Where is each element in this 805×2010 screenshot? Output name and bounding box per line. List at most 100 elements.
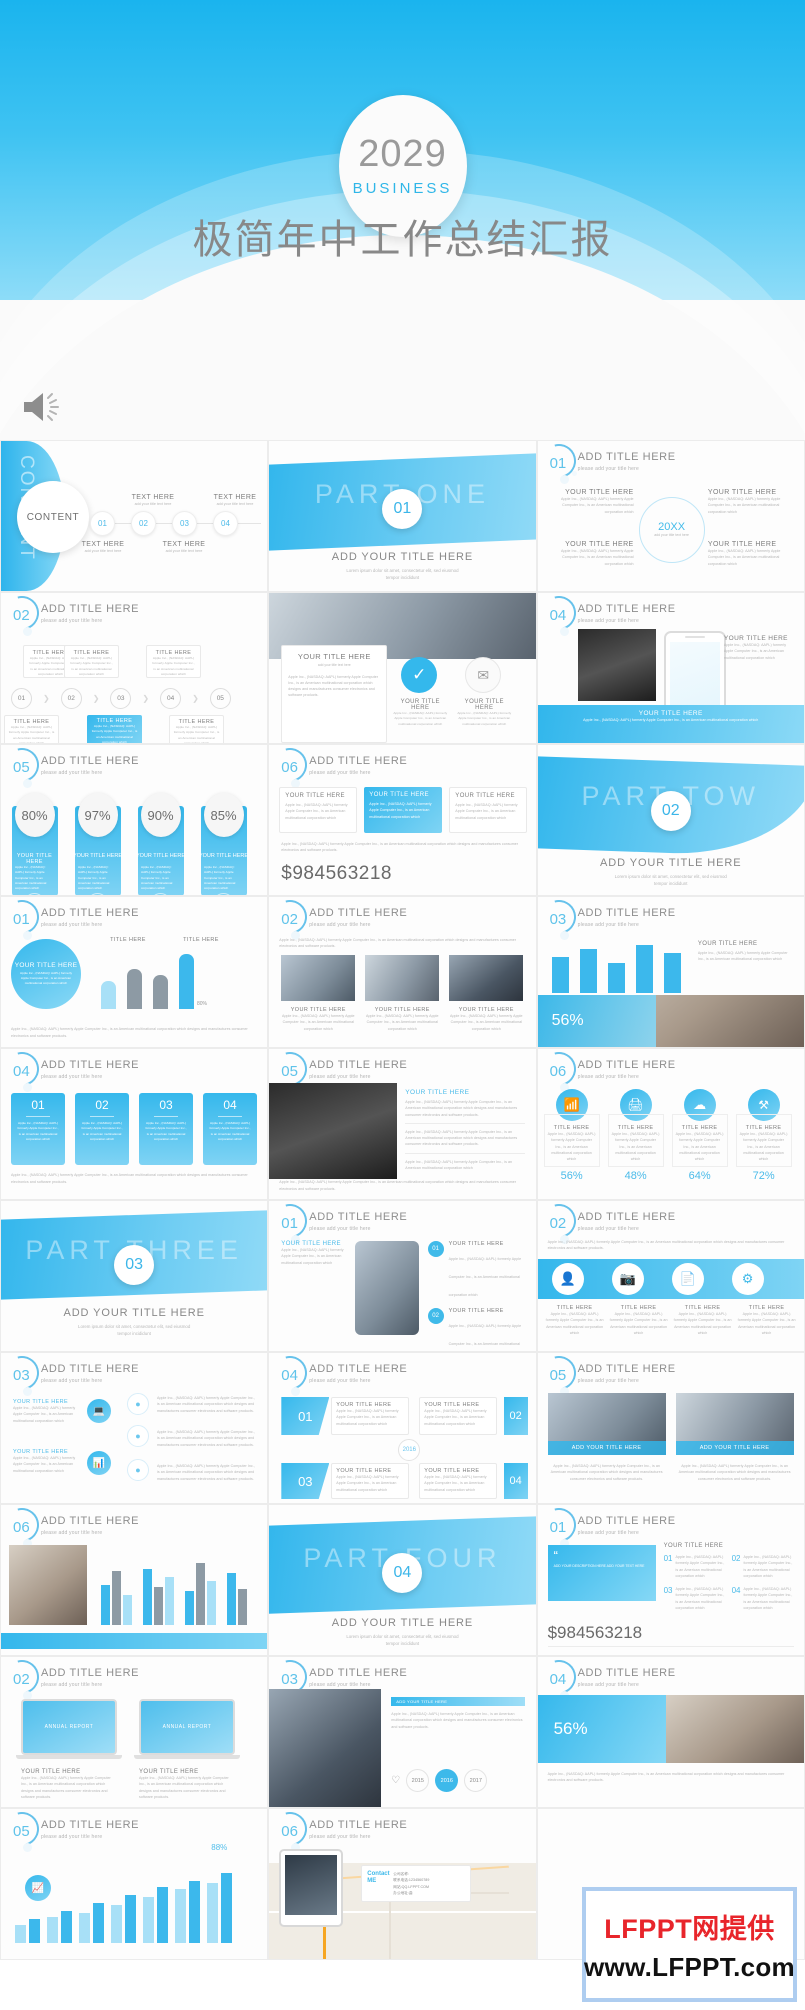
step-2[interactable]: 02 [60,688,82,709]
icon-percent-col[interactable]: 📶 TITLE HERE Apple Inc., (NASDAQ: AAPL) … [543,1089,600,1182]
header-number: 02 [549,1215,567,1232]
header-number: 01 [549,455,567,472]
number-box[interactable]: 02 Apple Inc., (NASDAQ: AAPL) formerly A… [75,1093,129,1165]
slide-thumb-05-meeting-photo[interactable]: 05 ADD TITLE HERE please add your title … [536,1352,805,1504]
intro-body: Apple Inc., (NASDAQ: AAPL) formerly Appl… [279,938,517,949]
list-item-body-1: Apple Inc., (NASDAQ: AAPL) formerly Appl… [448,1257,522,1297]
laptop-body-2: Apple Inc., (NASDAQ: AAPL) formerly Appl… [139,1776,229,1799]
slide-thumb-04-phone[interactable]: 04 ADD TITLE HERE please add your title … [536,592,805,744]
percent-col[interactable]: 90% YOUR TITLE HERE Apple Inc., (NASDAQ:… [135,793,186,895]
contact-line-2: 联系电话:1234560789 [393,1878,430,1883]
slide-thumb-part-one[interactable]: PART ONE 01 ADD YOUR TITLE HERE Lorem ip… [268,440,537,592]
percent-body: Apple Inc., (NASDAQ: AAPL) formerly Appl… [78,865,110,890]
slide-thumb-05-bar-88[interactable]: 05 ADD TITLE HERE please add your title … [0,1808,269,1960]
slide-thumb-04-number-boxes[interactable]: 04 ADD TITLE HERE please add your title … [0,1048,269,1200]
user-icon: 👤 [551,1263,584,1295]
slide-thumb-06-map-contact[interactable]: 06 ADD TITLE HERE please add your title … [268,1808,537,1960]
gear-icon: ⚙ [731,1263,764,1295]
header-number: 05 [13,759,30,776]
header-number: 04 [13,1063,30,1080]
quote-icon: “ [553,1548,558,1563]
bar-percent-label: 88% [211,1843,228,1852]
slide-thumb-part-two[interactable]: PART TOW 02 ADD YOUR TITLE HERE Lorem ip… [536,744,805,896]
slide-thumb-content[interactable]: CONTENT CONTENT 01 02 03 04 TEXT HERE ad… [0,440,269,592]
header-subtitle: please add your title here [577,618,639,625]
header-number: 01 [281,1215,298,1232]
check-icon: ✓ [401,657,438,693]
slide-thumb-01-quote-list[interactable]: 01 ADD TITLE HERE please add your title … [536,1504,805,1656]
slide-thumb-04-percent-photo[interactable]: 04 ADD TITLE HERE please add your title … [536,1656,805,1808]
content-step-3[interactable]: 03 [172,511,197,536]
year-badge-1[interactable]: 2015 [406,1769,430,1792]
slide-thumb-01-phone-list[interactable]: 01 ADD TITLE HERE please add your title … [268,1200,537,1352]
percent-col[interactable]: 80% YOUR TITLE HERE Apple Inc., (NASDAQ:… [9,793,60,895]
tree-node-body-2: Apple Inc., (NASDAQ: AAPL) formerly Appl… [157,1430,255,1447]
left-body-2: Apple Inc., (NASDAQ: AAPL) formerly Appl… [561,549,634,566]
slide-thumb-02-timeline[interactable]: 02 ADD TITLE HERE please add your title … [0,592,269,744]
header-subtitle: please add your title here [577,466,639,473]
header-title: ADD TITLE HERE [577,1211,676,1223]
number-box[interactable]: 04 Apple Inc., (NASDAQ: AAPL) formerly A… [203,1093,257,1165]
slide-thumb-02-three-photos[interactable]: 02 ADD TITLE HERE please add your title … [268,896,537,1048]
header-number: 05 [549,1367,567,1384]
slide-thumb-06-cards-number[interactable]: 06 ADD TITLE HERE please add your title … [268,744,537,896]
percent-col[interactable]: 97% YOUR TITLE HERE Apple Inc., (NASDAQ:… [72,793,123,895]
slide-thumb-05-dark-photo[interactable]: 05 ADD TITLE HERE please add your title … [268,1048,537,1200]
year-badge-3[interactable]: 2017 [464,1769,488,1792]
slide-thumb-part-three[interactable]: PART THREE 03 ADD YOUR TITLE HERE Lorem … [0,1200,269,1352]
slide-thumb-02-circle-icons[interactable]: 02 ADD TITLE HERE please add your title … [536,1200,805,1352]
slide-thumb-part-four[interactable]: PART FOUR 04 ADD YOUR TITLE HERE Lorem i… [268,1504,537,1656]
step-3[interactable]: 03 [110,688,132,709]
header-number: 01 [549,1519,567,1536]
header-number: 04 [549,1671,567,1688]
percent-value: 90% [147,807,174,823]
slide-thumb-04-arrow-cards[interactable]: 04 ADD TITLE HERE please add your title … [268,1352,537,1504]
q-list-body-4: Apple Inc., (NASDAQ: AAPL) formerly Appl… [743,1587,793,1610]
number-box-body: Apple Inc., (NASDAQ: AAPL) formerly Appl… [17,1121,59,1141]
number-box[interactable]: 03 Apple Inc., (NASDAQ: AAPL) formerly A… [139,1093,193,1165]
phone-body: Apple Inc., (NASDAQ: AAPL) formerly Appl… [723,643,787,660]
icon-percent-col[interactable]: 🖨 TITLE HERE Apple Inc., (NASDAQ: AAPL) … [607,1089,664,1182]
slide-thumb-06-grouped-bars[interactable]: 06 ADD TITLE HERE please add your title … [0,1504,269,1656]
slide-thumb-01-two-col[interactable]: 01 ADD TITLE HERE please add your title … [536,440,805,592]
step-4[interactable]: 04 [160,688,182,709]
slide-thumb-03-handshake-years[interactable]: 03 ADD TITLE HERE please add your title … [268,1656,537,1808]
node-icon-3: ● [127,1459,149,1481]
speaker-icon[interactable] [20,388,64,426]
slide-thumb-photo-check[interactable]: YOUR TITLE HERE add your title text here… [268,592,537,744]
content-step-1[interactable]: 01 [90,511,115,536]
circle-body: Apple Inc., (NASDAQ: AAPL) formerly Appl… [19,971,73,985]
header-subtitle: please add your title here [309,1682,371,1689]
cover-slide[interactable]: 2029 BUSINESS 极简年中工作总结汇报 [0,0,805,440]
number-box-num: 02 [95,1098,109,1112]
content-step-4[interactable]: 04 [213,511,238,536]
slide-thumb-05-percent[interactable]: 05 ADD TITLE HERE please add your title … [0,744,269,896]
header-subtitle: please add your title here [41,618,103,625]
content-step-2[interactable]: 02 [131,511,156,536]
big-percent: 56% [551,1012,584,1029]
slide-thumb-02-laptops[interactable]: 02 ADD TITLE HERE please add your title … [0,1656,269,1808]
icon-percent-col[interactable]: ⚒ TITLE HERE Apple Inc., (NASDAQ: AAPL) … [735,1089,792,1182]
step-1[interactable]: 01 [11,688,32,709]
phone-title: YOUR TITLE HERE [723,635,788,642]
percent-body: Apple Inc., (NASDAQ: AAPL) formerly Appl… [141,865,173,890]
year-badge-2[interactable]: 2016 [435,1769,459,1792]
header-title: ADD TITLE HERE [41,1059,140,1071]
step-5[interactable]: 05 [209,688,231,709]
list-item-title-1: YOUR TITLE HERE [448,1241,504,1247]
icon-percent-col[interactable]: ☁ TITLE HERE Apple Inc., (NASDAQ: AAPL) … [671,1089,728,1182]
part-three-sub: Lorem ipsum dolor sit amet, consectetur … [78,1324,191,1337]
slide-thumb-06-icon-percent[interactable]: 06 ADD TITLE HERE please add your title … [536,1048,805,1200]
percent-col[interactable]: 85% YOUR TITLE HERE Apple Inc., (NASDAQ:… [198,793,249,895]
header-subtitle: please add your title here [309,922,371,929]
photo-caption-body-3: Apple Inc., (NASDAQ: AAPL) formerly Appl… [450,1014,523,1031]
slide-thumb-01-circle-bars[interactable]: 01 ADD TITLE HERE please add your title … [0,896,269,1048]
number-box[interactable]: 01 Apple Inc., (NASDAQ: AAPL) formerly A… [11,1093,65,1165]
chevron-right-icon: ❯ [43,694,50,703]
percent-label: YOUR TITLE HERE [72,853,123,859]
percent-value: 97% [84,807,111,823]
header-number: 02 [13,1671,30,1688]
slide-thumb-03-tree[interactable]: 03 ADD TITLE HERE please add your title … [0,1352,269,1504]
slide-thumb-03-bars-photo[interactable]: 03 ADD TITLE HERE please add your title … [536,896,805,1048]
header-subtitle: please add your title here [309,1226,371,1233]
